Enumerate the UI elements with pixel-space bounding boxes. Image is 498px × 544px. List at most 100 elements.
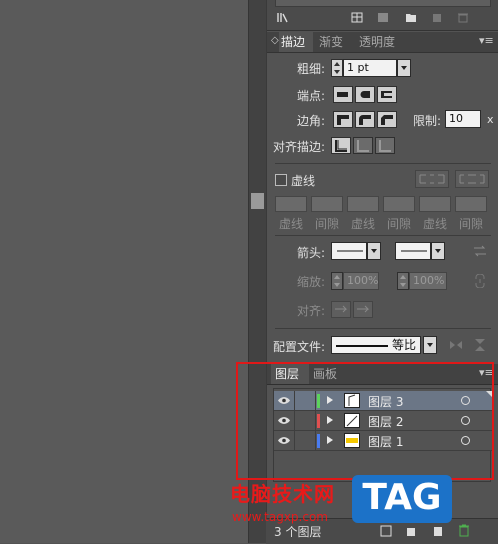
stepper-arrows-icon xyxy=(400,275,406,287)
profile-select[interactable]: 等比 xyxy=(331,336,421,354)
align-inside-icon xyxy=(357,140,369,152)
scale-label: 缩放: xyxy=(297,275,326,289)
miter-limit-input[interactable]: 10 xyxy=(445,110,481,128)
tab-transparency[interactable]: 透明度 xyxy=(359,32,395,52)
gap-2-label: 间隙 xyxy=(387,217,412,231)
delete-layer-icon[interactable] xyxy=(458,524,470,537)
weight-label: 粗细: xyxy=(297,62,326,76)
scroll-thumb[interactable] xyxy=(251,193,264,209)
dashed-line-label: 虚线 xyxy=(291,174,316,188)
panel-toolbar xyxy=(267,0,498,31)
weight-dropdown-button[interactable] xyxy=(397,59,411,77)
trash-icon[interactable] xyxy=(457,12,469,23)
tab-stroke[interactable]: 描边 xyxy=(279,32,313,52)
dash-align-button[interactable] xyxy=(455,170,489,188)
miter-join-icon xyxy=(337,115,349,125)
align-center-button[interactable] xyxy=(331,137,351,154)
grid-icon[interactable] xyxy=(351,12,363,23)
watermark-badge: TAG xyxy=(352,475,452,523)
scale-end-stepper[interactable] xyxy=(397,272,409,290)
uniform-profile-icon xyxy=(336,345,388,347)
end-arrowhead-dropdown[interactable] xyxy=(431,242,445,260)
list-icon[interactable] xyxy=(377,12,389,23)
section-divider xyxy=(275,163,491,164)
dash-align-icon xyxy=(459,174,485,184)
scale-start-input[interactable]: 100% xyxy=(343,272,379,290)
dash-preserve-button[interactable] xyxy=(415,170,449,188)
align-outside-icon xyxy=(379,140,391,152)
dash-3-label: 虚线 xyxy=(423,217,448,231)
profile-dropdown[interactable] xyxy=(423,336,437,354)
dash-3-input[interactable] xyxy=(419,196,451,212)
flip-horizontal-icon[interactable] xyxy=(449,339,463,351)
gap-1-input[interactable] xyxy=(311,196,343,212)
dash-1-input[interactable] xyxy=(275,196,307,212)
folder-icon[interactable] xyxy=(405,12,417,23)
stepper-arrows-icon xyxy=(334,275,340,287)
end-arrowhead-select[interactable] xyxy=(395,242,431,260)
limit-label: 限制: xyxy=(413,114,442,128)
round-cap-icon xyxy=(360,91,370,98)
align-outside-button[interactable] xyxy=(375,137,395,154)
flip-vertical-icon[interactable] xyxy=(473,338,487,352)
start-arrowhead-select[interactable] xyxy=(331,242,367,260)
weight-stepper[interactable] xyxy=(331,59,343,77)
align-inside-button[interactable] xyxy=(353,137,373,154)
dash-1-label: 虚线 xyxy=(279,217,304,231)
make-clipping-mask-icon[interactable] xyxy=(380,525,392,537)
stroke-panel-tabs: ◇ 描边 渐变 透明度 ▾≡ xyxy=(267,32,498,53)
dash-corners-icon xyxy=(419,174,445,184)
swap-arrows-icon[interactable] xyxy=(473,245,487,257)
new-layer-icon[interactable] xyxy=(432,525,444,537)
gap-1-label: 间隙 xyxy=(315,217,340,231)
arrow-align-label: 对齐: xyxy=(297,304,326,318)
gap-3-label: 间隙 xyxy=(459,217,484,231)
butt-cap-button[interactable] xyxy=(333,86,353,103)
link-scale-icon[interactable] xyxy=(473,274,487,288)
round-cap-button[interactable] xyxy=(355,86,375,103)
watermark-title: 电脑技术网 xyxy=(230,482,335,506)
section-divider xyxy=(275,235,491,236)
scale-start-stepper[interactable] xyxy=(331,272,343,290)
dashed-line-checkbox[interactable] xyxy=(275,174,287,186)
projecting-cap-button[interactable] xyxy=(377,86,397,103)
cap-label: 端点: xyxy=(297,89,326,103)
bevel-join-button[interactable] xyxy=(377,111,397,128)
arrowhead-label: 箭头: xyxy=(297,246,326,260)
gap-2-input[interactable] xyxy=(383,196,415,212)
start-arrowhead-dropdown[interactable] xyxy=(367,242,381,260)
document-canvas[interactable] xyxy=(0,0,248,543)
arrow-place-button[interactable] xyxy=(353,301,373,318)
new-item-icon[interactable] xyxy=(431,12,443,23)
arrow-place-icon xyxy=(357,305,370,313)
butt-cap-icon xyxy=(337,92,348,97)
highlight-box xyxy=(236,362,494,480)
line-preview-icon xyxy=(401,250,427,252)
projecting-cap-icon xyxy=(381,91,392,98)
round-join-button[interactable] xyxy=(355,111,375,128)
align-stroke-label: 对齐描边: xyxy=(273,140,326,154)
arrow-extend-button[interactable] xyxy=(331,301,351,318)
watermark-badge-text: TAG xyxy=(362,477,442,518)
section-divider xyxy=(275,328,491,329)
dash-2-input[interactable] xyxy=(347,196,379,212)
stepper-arrows-icon xyxy=(334,62,340,74)
weight-input[interactable]: 1 pt xyxy=(343,59,397,77)
new-sublayer-icon[interactable] xyxy=(406,525,418,537)
align-center-icon xyxy=(335,140,347,152)
round-join-icon xyxy=(359,115,371,125)
arrow-extend-icon xyxy=(335,305,348,313)
collapsed-panel-strip xyxy=(275,0,491,7)
layer-count: 3 个图层 xyxy=(274,525,322,539)
miter-join-button[interactable] xyxy=(333,111,353,128)
bevel-join-icon xyxy=(381,115,393,125)
tab-gradient[interactable]: 渐变 xyxy=(319,32,343,52)
profile-label: 配置文件: xyxy=(273,340,326,354)
collapse-arrows-icon[interactable]: ◇ xyxy=(271,35,279,46)
watermark-url: www.tagxp.com xyxy=(232,510,328,524)
gap-3-input[interactable] xyxy=(455,196,487,212)
library-icon[interactable] xyxy=(277,12,289,23)
scale-end-input[interactable]: 100% xyxy=(409,272,447,290)
panel-menu-icon[interactable]: ▾≡ xyxy=(479,34,494,47)
limit-unit: x xyxy=(487,113,494,126)
